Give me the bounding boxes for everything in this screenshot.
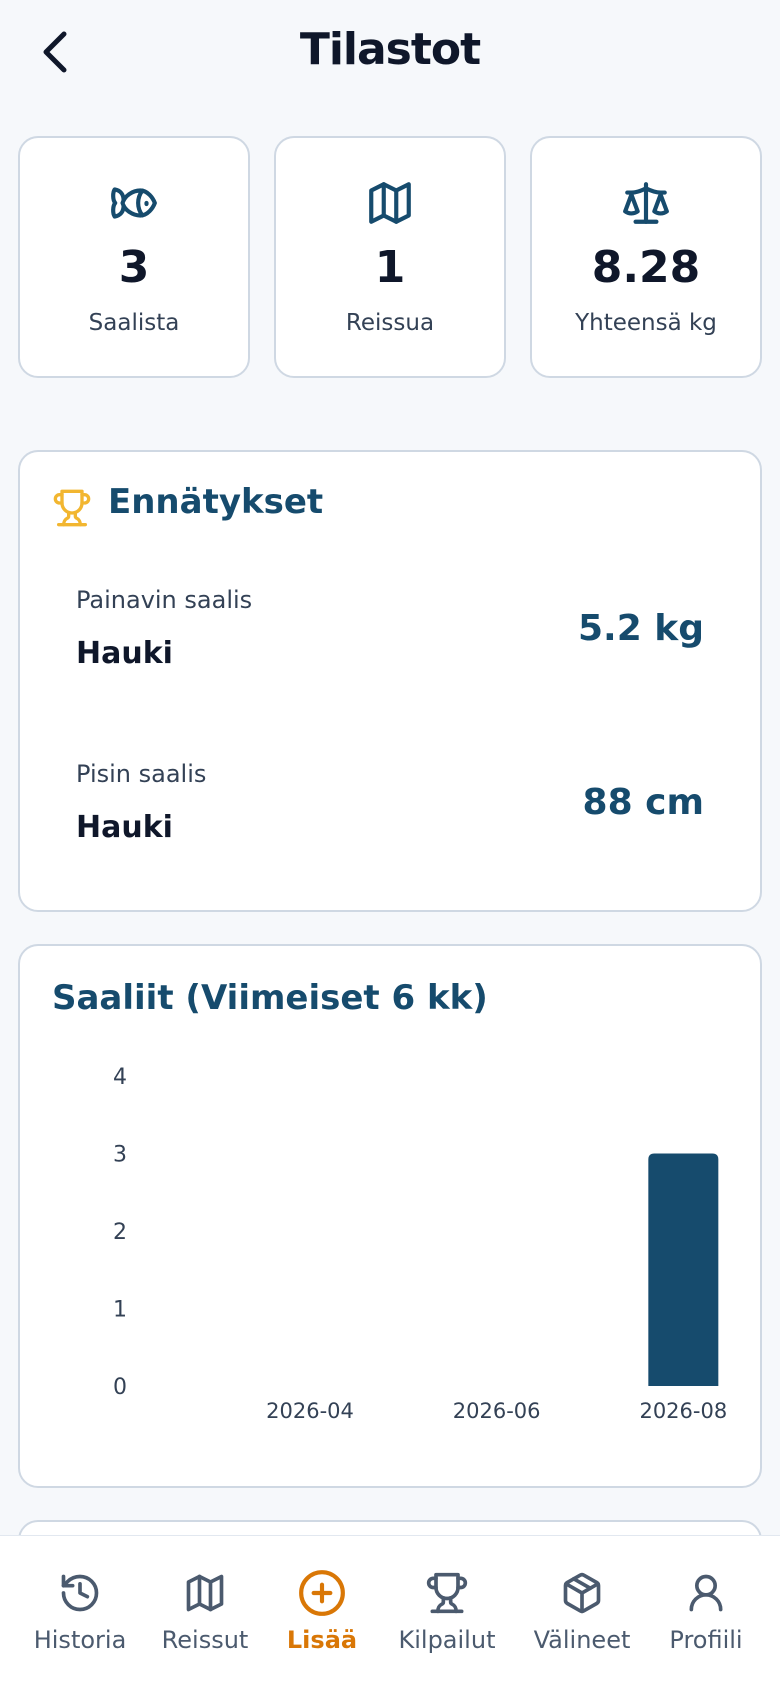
record-value: 88 cm bbox=[582, 782, 704, 823]
record-name: Hauki bbox=[76, 636, 173, 671]
record-label: Pisin saalis bbox=[76, 760, 207, 788]
record-name: Hauki bbox=[76, 810, 173, 845]
nav-label: Kilpailut bbox=[398, 1626, 496, 1654]
y-tick-label: 4 bbox=[113, 1065, 127, 1090]
catches-bar-chart: 0 1 2 3 4 2026-04 2026-06 2026-08 bbox=[113, 1065, 727, 1423]
scale-icon bbox=[623, 182, 669, 224]
nav-label: Historia bbox=[33, 1626, 127, 1654]
stat-label: Yhteensä kg bbox=[575, 310, 717, 336]
record-label: Painavin saalis bbox=[76, 586, 253, 614]
stat-value: 3 bbox=[118, 242, 150, 293]
nav-item-valineet[interactable]: Välineet bbox=[522, 1568, 642, 1668]
user-icon bbox=[689, 1574, 723, 1612]
records-title: Ennätykset bbox=[108, 482, 324, 522]
stat-value: 8.28 bbox=[591, 242, 701, 293]
x-tick-label: 2026-06 bbox=[453, 1399, 541, 1423]
plus-circle-icon bbox=[299, 1570, 345, 1616]
map-icon bbox=[186, 1574, 224, 1612]
y-tick-label: 3 bbox=[113, 1143, 127, 1168]
stat-label: Reissua bbox=[345, 310, 435, 336]
stat-card-catches: 3 Saalista bbox=[18, 136, 250, 378]
y-tick-label: 0 bbox=[113, 1375, 127, 1400]
x-tick-label: 2026-04 bbox=[266, 1399, 354, 1423]
nav-label: Profiili bbox=[669, 1626, 743, 1654]
records-card: Ennätykset Painavin saalis Hauki 5.2 kg … bbox=[18, 450, 762, 912]
y-tick-label: 1 bbox=[113, 1298, 127, 1323]
catches-chart-card: Saaliit (Viimeiset 6 kk) 0 1 2 3 4 2026-04 202… bbox=[18, 944, 762, 1488]
nav-item-kilpailut[interactable]: Kilpailut bbox=[387, 1568, 507, 1668]
package-icon bbox=[563, 1572, 601, 1614]
header: Tilastot bbox=[0, 0, 780, 110]
nav-item-historia[interactable]: Historia bbox=[20, 1568, 140, 1668]
x-tick-label: 2026-08 bbox=[639, 1399, 727, 1423]
nav-label: Reissut bbox=[161, 1626, 249, 1654]
stat-label: Saalista bbox=[88, 310, 180, 336]
nav-item-lisaa[interactable]: Lisää bbox=[262, 1568, 382, 1668]
record-value: 5.2 kg bbox=[577, 608, 704, 649]
nav-item-reissut[interactable]: Reissut bbox=[145, 1568, 265, 1668]
stat-value: 1 bbox=[374, 242, 406, 293]
y-tick-label: 2 bbox=[113, 1220, 127, 1245]
bar-2026-08 bbox=[648, 1153, 719, 1386]
stat-card-trips: 1 Reissua bbox=[274, 136, 506, 378]
bottom-nav: Historia Reissut Lisää Kilpailut Välinee… bbox=[0, 1535, 780, 1688]
nav-label: Lisää bbox=[286, 1626, 358, 1654]
history-icon bbox=[61, 1574, 99, 1612]
fish-icon bbox=[111, 187, 157, 219]
map-icon bbox=[369, 182, 411, 224]
nav-item-profiili[interactable]: Profiili bbox=[646, 1568, 766, 1668]
trophy-icon bbox=[53, 489, 91, 527]
trophy-icon bbox=[426, 1572, 468, 1614]
page-title: Tilastot bbox=[299, 24, 481, 75]
nav-label: Välineet bbox=[533, 1626, 631, 1654]
stat-card-weight: 8.28 Yhteensä kg bbox=[530, 136, 762, 378]
